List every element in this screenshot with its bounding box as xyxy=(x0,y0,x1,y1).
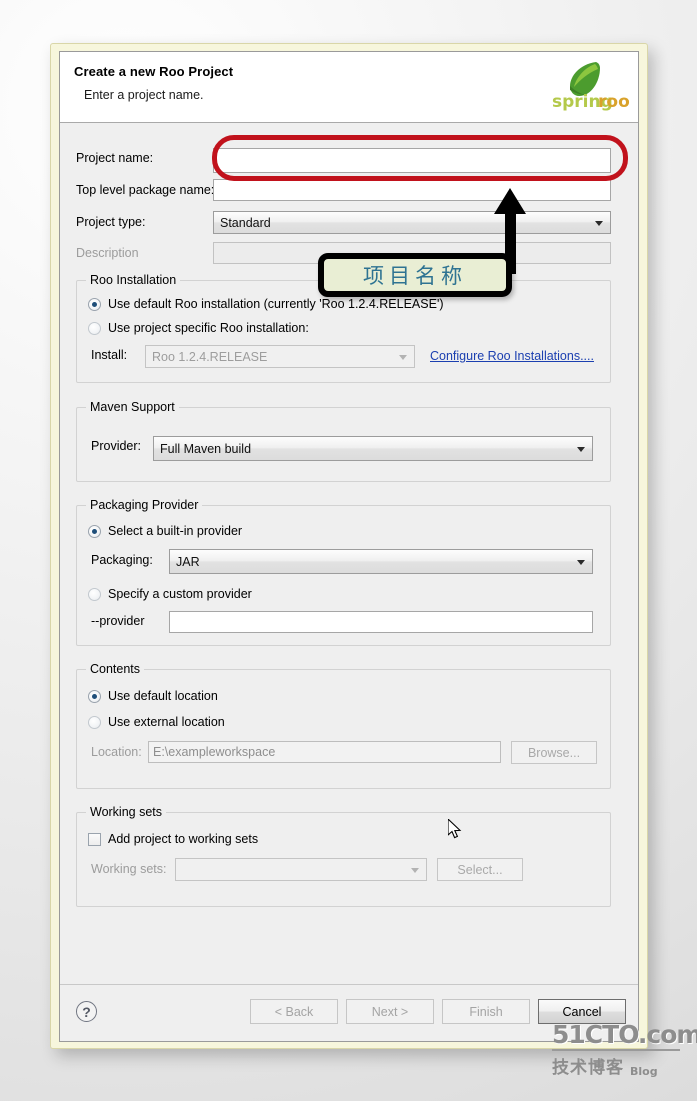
chevron-down-icon xyxy=(577,559,585,565)
roo-installation-group-title: Roo Installation xyxy=(86,273,181,287)
custom-provider-label-wrap: --provider xyxy=(91,614,145,628)
packaging-value: JAR xyxy=(176,554,200,569)
back-button: < Back xyxy=(250,999,338,1024)
watermark-sub: 技术博客 Blog xyxy=(552,1053,692,1078)
packaging-provider-group: Packaging Provider Select a built-in pro… xyxy=(76,498,611,646)
chevron-down-icon xyxy=(577,446,585,452)
top-level-package-label: Top level package name: xyxy=(76,183,215,197)
project-type-value: Standard xyxy=(220,215,271,230)
contents-group: Contents Use default location Use extern… xyxy=(76,662,611,789)
watermark-main-text: 51CTO.com xyxy=(552,1020,697,1049)
maven-support-group-title: Maven Support xyxy=(86,400,179,414)
finish-button: Finish xyxy=(442,999,530,1024)
radio-use-default-roo-installation-label: Use default Roo installation (currently … xyxy=(108,297,444,311)
annotation-callout-box: 项目名称 xyxy=(318,253,512,297)
install-label: Install: xyxy=(91,348,128,362)
new-roo-project-dialog: Create a new Roo Project Enter a project… xyxy=(59,51,639,1042)
project-type-row: Project type: xyxy=(76,215,145,229)
working-sets-group: Working sets Add project to working sets… xyxy=(76,805,611,907)
select-working-sets-button: Select... xyxy=(437,858,523,881)
project-type-combo[interactable]: Standard xyxy=(213,211,611,234)
watermark-rule xyxy=(552,1049,680,1051)
install-combo: Roo 1.2.4.RELEASE xyxy=(145,345,415,368)
custom-provider-input[interactable] xyxy=(169,611,593,633)
checkbox-add-project-to-working-sets-label: Add project to working sets xyxy=(108,832,259,846)
chevron-down-icon xyxy=(399,354,407,360)
working-sets-label-wrap: Working sets: xyxy=(91,862,167,876)
maven-provider-label: Provider: xyxy=(91,439,142,453)
install-label-wrap: Install: xyxy=(91,348,127,362)
radio-use-default-roo-installation[interactable] xyxy=(88,297,101,311)
roo-default-radio-row[interactable]: Use default Roo installation (currently … xyxy=(88,297,444,311)
page-subtitle: Enter a project name. xyxy=(84,88,204,102)
annotation-callout-text: 项目名称 xyxy=(363,264,467,288)
chevron-down-icon xyxy=(595,220,603,226)
radio-select-builtin-provider[interactable] xyxy=(88,524,101,538)
top-level-package-input[interactable] xyxy=(213,179,611,201)
add-project-to-working-sets-row[interactable]: Add project to working sets xyxy=(88,832,258,846)
builtin-provider-radio-row[interactable]: Select a built-in provider xyxy=(88,524,242,538)
browse-button: Browse... xyxy=(511,741,597,764)
packaging-combo[interactable]: JAR xyxy=(169,549,593,574)
working-sets-label: Working sets: xyxy=(91,862,167,876)
maven-support-group: Maven Support Provider: Full Maven build xyxy=(76,400,611,482)
watermark-cn-text: 技术博客 xyxy=(552,1058,624,1078)
page-title: Create a new Roo Project xyxy=(74,64,234,79)
project-name-row: Project name: xyxy=(76,151,153,165)
roo-specific-radio-row[interactable]: Use project specific Roo installation: xyxy=(88,321,309,335)
radio-use-project-specific-roo-installation-label: Use project specific Roo installation: xyxy=(108,321,309,335)
maven-provider-combo[interactable]: Full Maven build xyxy=(153,436,593,461)
default-location-radio-row[interactable]: Use default location xyxy=(88,689,218,703)
packaging-label: Packaging: xyxy=(91,553,153,567)
project-name-input[interactable] xyxy=(213,148,611,173)
svg-text:roo: roo xyxy=(598,92,630,112)
maven-provider-label-wrap: Provider: xyxy=(91,439,141,453)
project-type-label: Project type: xyxy=(76,215,146,229)
radio-use-default-location[interactable] xyxy=(88,689,101,703)
working-sets-combo xyxy=(175,858,427,881)
checkbox-add-project-to-working-sets[interactable] xyxy=(88,832,101,846)
custom-provider-label: --provider xyxy=(91,614,145,628)
description-label: Description xyxy=(76,246,139,260)
watermark: 51CTO.com 技术博客 Blog xyxy=(552,1020,697,1092)
packaging-provider-group-title: Packaging Provider xyxy=(86,498,203,512)
top-level-package-row: Top level package name: xyxy=(76,183,214,197)
help-icon[interactable]: ? xyxy=(76,1001,97,1022)
next-button: Next > xyxy=(346,999,434,1024)
radio-use-default-location-label: Use default location xyxy=(108,689,218,703)
location-label-wrap: Location: xyxy=(91,745,142,759)
location-label: Location: xyxy=(91,745,142,759)
radio-use-external-location-label: Use external location xyxy=(108,715,225,729)
project-name-label: Project name: xyxy=(76,151,154,165)
radio-use-project-specific-roo-installation[interactable] xyxy=(88,321,101,335)
custom-provider-radio-row[interactable]: Specify a custom provider xyxy=(88,587,252,601)
radio-select-builtin-provider-label: Select a built-in provider xyxy=(108,524,243,538)
maven-provider-value: Full Maven build xyxy=(160,441,252,456)
chevron-down-icon xyxy=(411,867,419,873)
configure-roo-installations-link[interactable]: Configure Roo Installations.... xyxy=(430,349,594,363)
radio-use-external-location[interactable] xyxy=(88,715,101,729)
external-location-radio-row[interactable]: Use external location xyxy=(88,715,225,729)
radio-specify-custom-provider-label: Specify a custom provider xyxy=(108,587,252,601)
mouse-cursor-icon xyxy=(447,817,464,846)
springroo-logo-icon: spring roo xyxy=(536,54,630,118)
contents-group-title: Contents xyxy=(86,662,145,676)
working-sets-group-title: Working sets xyxy=(86,805,167,819)
description-row: Description xyxy=(76,246,139,260)
install-value: Roo 1.2.4.RELEASE xyxy=(152,349,268,364)
radio-specify-custom-provider[interactable] xyxy=(88,587,101,601)
location-input: E:\exampleworkspace xyxy=(148,741,501,763)
packaging-label-wrap: Packaging: xyxy=(91,553,153,567)
dialog-header: Create a new Roo Project Enter a project… xyxy=(60,52,638,123)
watermark-blog-text: Blog xyxy=(630,1065,658,1078)
